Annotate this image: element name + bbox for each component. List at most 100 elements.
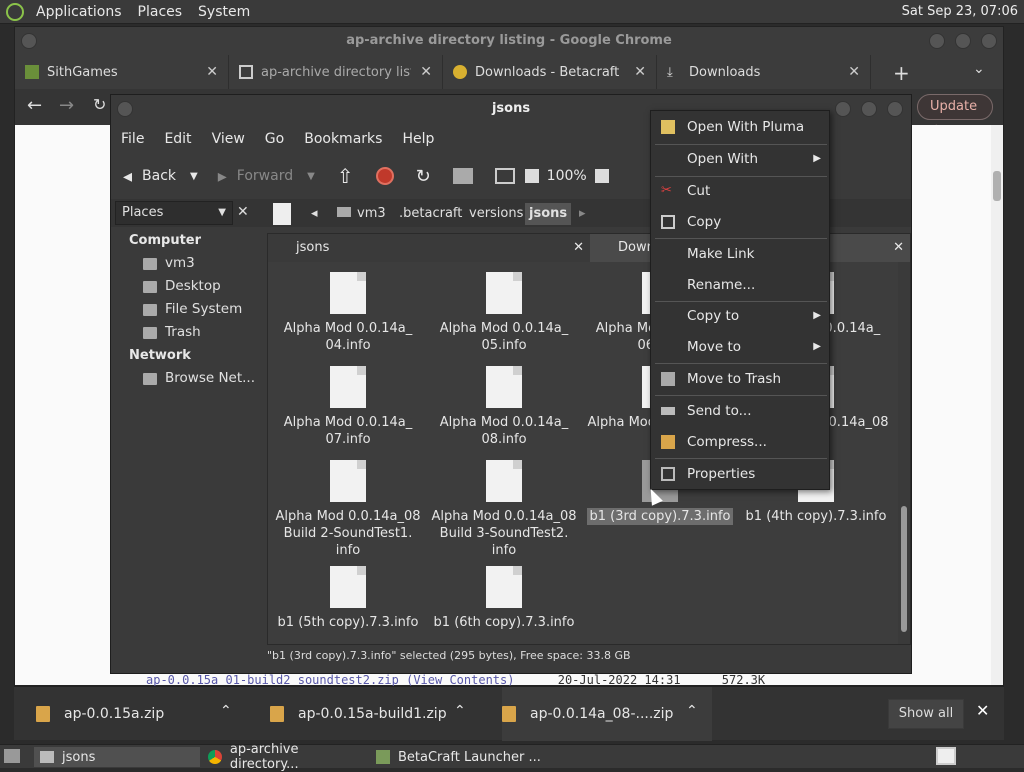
menu-file[interactable]: File [111,131,154,147]
file-item[interactable]: Alpha Mod 0.0.14a_ 05.info [429,272,579,354]
sidebar-item-trash[interactable]: Trash [115,321,263,344]
forward-history-dropdown-icon[interactable]: ▼ [307,171,315,182]
maximize-button[interactable] [955,33,971,49]
file-item[interactable]: b1 (5th copy).7.3.info [273,566,423,631]
back-arrow-icon[interactable]: ← [27,95,42,116]
close-window-button[interactable] [981,33,997,49]
menu-view[interactable]: View [202,131,255,147]
sidebar-selector[interactable]: Places ▼ [115,201,233,225]
chevron-up-icon[interactable]: ⌃ [454,703,466,719]
menu-item-move-to[interactable]: Move to ▶ [651,332,829,362]
breadcrumb-vm3[interactable]: vm3 [333,203,390,225]
breadcrumb-left-arrow-icon[interactable]: ◂ [307,203,322,225]
file-item[interactable]: Alpha Mod 0.0.14a_ 04.info [273,272,423,354]
content-tab-jsons[interactable]: jsons ✕ [268,234,590,262]
workspace-switcher[interactable] [936,747,956,765]
download-item[interactable]: ap-0.0.15a-build1.zip [270,687,447,741]
menu-item-compress[interactable]: Compress... [651,427,829,457]
taskbar-item-chrome[interactable]: ap-archive directory... [206,742,370,772]
show-desktop-icon[interactable] [4,749,20,763]
menu-item-send-to[interactable]: Send to... [651,396,829,426]
taskbar-item-betacraft[interactable]: BetaCraft Launcher ... [374,747,544,767]
close-sidebar-icon[interactable]: ✕ [237,204,249,220]
page-scrollbar[interactable] [991,125,1003,685]
show-all-button[interactable]: Show all [888,699,964,729]
zoom-in-icon[interactable] [594,169,609,183]
menu-edit[interactable]: Edit [154,131,201,147]
tab-ap-archive[interactable]: ap-archive directory listin ✕ [229,55,443,89]
scrollbar-thumb[interactable] [993,171,1001,201]
breadcrumb-jsons[interactable]: jsons [525,203,572,225]
menu-item-copy[interactable]: Copy [651,207,829,237]
tab-search-chevron-icon[interactable]: ⌄ [973,61,985,77]
edit-location-icon[interactable] [273,203,291,225]
menu-item-cut[interactable]: ✂ Cut [651,176,829,206]
tab-downloads[interactable]: ⤓ Downloads ✕ [657,55,871,89]
download-item[interactable]: ap-0.0.14a_08-....zip [502,687,712,741]
tab-close-icon[interactable]: ✕ [206,64,218,80]
tab-close-icon[interactable]: ✕ [634,64,646,80]
sidebar-item-browse-network[interactable]: Browse Net... [115,367,263,390]
mate-logo-icon[interactable] [6,2,24,21]
window-menu-button[interactable] [21,33,37,49]
file-item[interactable]: Alpha Mod 0.0.14a_08 Build 3-SoundTest2.… [429,460,579,559]
sidebar-item-vm3[interactable]: vm3 [115,252,263,275]
maximize-button[interactable] [861,101,877,117]
menu-item-move-to-trash[interactable]: Move to Trash [651,364,829,394]
file-item[interactable]: Alpha Mod 0.0.14a_08 Build 2-SoundTest1.… [273,460,423,559]
file-item[interactable]: Alpha Mod 0.0.14a_ 08.info [429,366,579,448]
menu-item-copy-to[interactable]: Copy to ▶ [651,301,829,331]
menu-item-open-with[interactable]: Open With ▶ [651,144,829,174]
breadcrumb-right-arrow-icon[interactable]: ▸ [575,203,590,225]
menu-item-open-with-pluma[interactable]: Open With Pluma [651,112,829,142]
reload-icon[interactable]: ↻ [416,166,431,187]
file-view-scrollbar[interactable] [898,262,910,644]
clock[interactable]: Sat Sep 23, 07:06 [902,4,1018,19]
sidebar-item-desktop[interactable]: Desktop [115,275,263,298]
breadcrumb-versions[interactable]: versions [465,203,527,225]
sidebar-item-file-system[interactable]: File System [115,298,263,321]
update-button[interactable]: Update ⋮ [917,94,993,138]
menu-bookmarks[interactable]: Bookmarks [294,131,392,147]
tab-close-icon[interactable]: ✕ [573,234,584,262]
view-contents-link[interactable]: (View Contents) [406,673,514,687]
menu-places[interactable]: Places [130,4,191,20]
up-arrow-icon[interactable]: ⇧ [337,164,354,188]
reload-icon[interactable]: ↻ [93,95,106,114]
forward-arrow-icon[interactable]: → [59,95,74,116]
download-item[interactable]: ap-0.0.15a.zip [36,687,164,741]
menu-item-properties[interactable]: Properties [651,459,829,489]
menu-applications[interactable]: Applications [28,4,130,20]
menu-go[interactable]: Go [255,131,294,147]
forward-button[interactable]: ▸ Forward ▼ [218,166,315,187]
tab-close-icon[interactable]: ✕ [420,64,432,80]
tab-close-icon[interactable]: ✕ [848,64,860,80]
tab-sithgames[interactable]: SithGames ✕ [15,55,229,89]
tab-close-icon[interactable]: ✕ [893,234,904,262]
close-window-button[interactable] [887,101,903,117]
zoom-out-icon[interactable] [524,169,539,183]
file-item[interactable]: b1 (6th copy).7.3.info [429,566,579,631]
taskbar-item-jsons[interactable]: jsons [34,747,200,767]
window-menu-button[interactable] [117,101,133,117]
close-downloads-icon[interactable]: ✕ [976,701,989,720]
menu-help[interactable]: Help [392,131,444,147]
minimize-button[interactable] [929,33,945,49]
tab-downloads-betacraft[interactable]: Downloads - Betacraft ✕ [443,55,657,89]
menu-item-rename[interactable]: Rename... [651,270,829,300]
scrollbar-thumb[interactable] [901,506,907,632]
back-history-dropdown-icon[interactable]: ▼ [190,171,198,182]
computer-icon[interactable] [494,168,515,184]
new-tab-button[interactable]: + [893,61,910,85]
home-folder-icon[interactable] [452,168,473,184]
back-button[interactable]: ◂ Back ▼ [123,166,198,187]
file-link[interactable]: ap-0.0.15a_01-build2_soundtest2.zip [146,673,399,687]
menu-item-make-link[interactable]: Make Link [651,239,829,269]
file-item[interactable]: Alpha Mod 0.0.14a_ 07.info [273,366,423,448]
breadcrumb-betacraft[interactable]: .betacraft [395,203,466,225]
minimize-button[interactable] [835,101,851,117]
chevron-up-icon[interactable]: ⌃ [686,703,698,719]
chevron-up-icon[interactable]: ⌃ [220,703,232,719]
stop-icon[interactable] [375,167,394,185]
menu-system[interactable]: System [190,4,258,20]
